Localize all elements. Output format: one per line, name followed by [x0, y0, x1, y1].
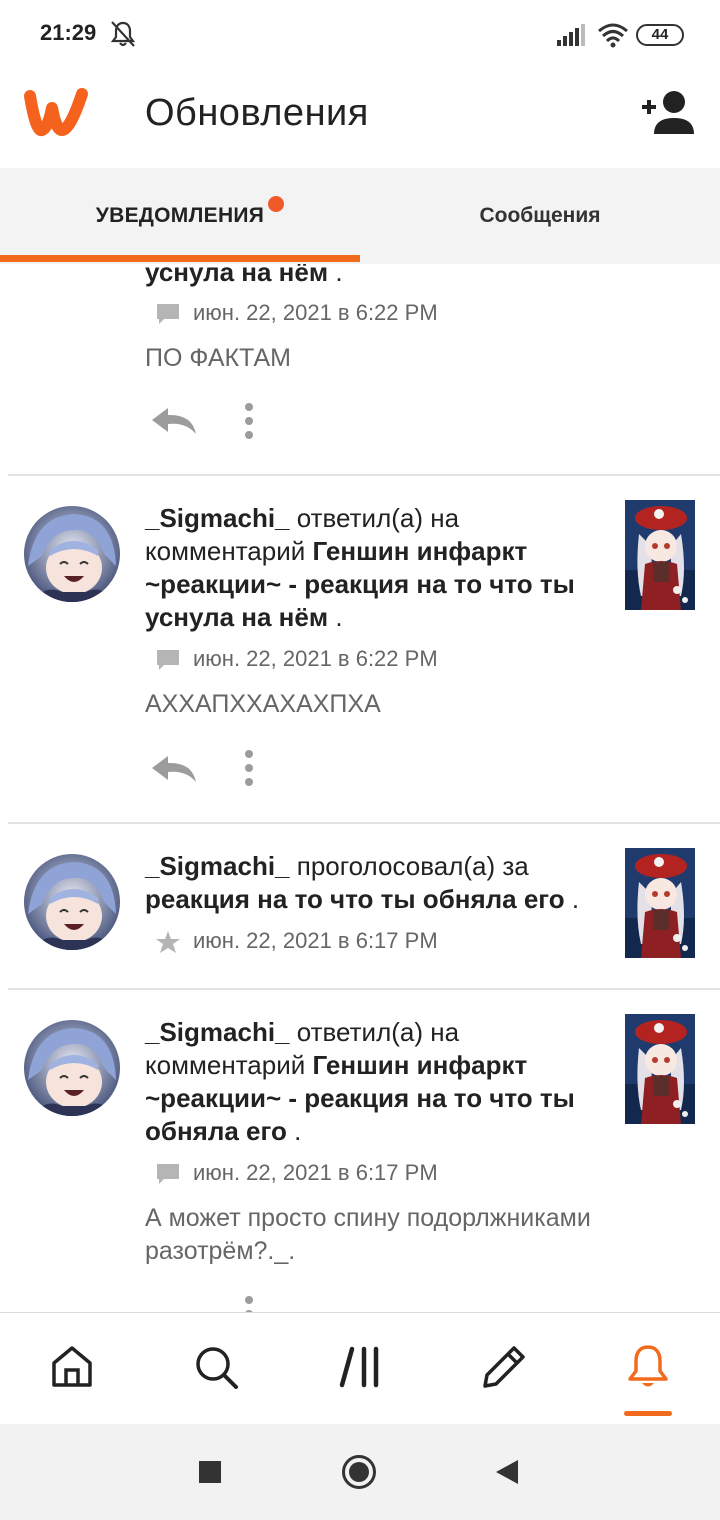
story-cover-thumbnail[interactable]	[625, 500, 695, 610]
notification-item[interactable]: _Sigmachi_ ответил(а) на комментарий Ген…	[0, 476, 720, 822]
app-header: Обновления	[0, 70, 720, 168]
tab-bar: УВЕДОМЛЕНИЯ Сообщения	[0, 168, 720, 264]
story-cover-thumbnail[interactable]	[625, 848, 695, 958]
story-cover-thumbnail[interactable]	[625, 1014, 695, 1124]
username-link[interactable]: _Sigmachi_	[145, 1017, 290, 1047]
user-avatar[interactable]	[24, 506, 120, 602]
comment-text: А может просто спину подорлжниками разот…	[145, 1204, 591, 1265]
notification-item[interactable]: _Sigmachi_ проголосовал(а) за реакция на…	[0, 824, 720, 988]
back-icon[interactable]	[490, 1454, 526, 1490]
notification-text: _Sigmachi_ проголосовал(а) за реакция на…	[145, 851, 580, 914]
story-link[interactable]: реакция на то что ты обняла его	[145, 884, 565, 914]
wattpad-logo-icon[interactable]	[22, 86, 90, 138]
comment-icon	[155, 1162, 181, 1186]
more-options-icon[interactable]	[242, 750, 256, 786]
bottom-navigation	[0, 1312, 720, 1424]
status-bar: 21:29 44	[0, 0, 720, 70]
notification-text: уснула на нём .	[145, 264, 615, 289]
comment-text: АХХАПХХАХАХПХА	[145, 690, 381, 718]
notifications-feed: уснула на нём . июн. 22, 2021 в 6:22 PM …	[0, 264, 720, 1312]
notification-item[interactable]: уснула на нём . июн. 22, 2021 в 6:22 PM …	[0, 264, 720, 474]
page-title: Обновления	[145, 92, 369, 134]
notification-badge	[268, 196, 284, 212]
write-icon[interactable]	[480, 1343, 528, 1391]
user-avatar[interactable]	[24, 1020, 120, 1116]
search-icon[interactable]	[192, 1343, 240, 1391]
comment-icon	[155, 648, 181, 672]
more-options-icon[interactable]	[242, 403, 256, 439]
reply-icon[interactable]	[150, 754, 198, 784]
notification-item[interactable]: _Sigmachi_ ответил(а) на комментарий Ген…	[0, 990, 720, 1312]
timestamp: июн. 22, 2021 в 6:17 PM	[193, 1160, 438, 1185]
tab-notifications[interactable]: УВЕДОМЛЕНИЯ	[0, 168, 360, 260]
recent-apps-icon[interactable]	[192, 1454, 228, 1490]
home-circle-icon[interactable]	[341, 1454, 377, 1490]
username-link[interactable]: _Sigmachi_	[145, 851, 290, 881]
reply-icon[interactable]	[150, 406, 198, 436]
home-icon[interactable]	[48, 1343, 96, 1391]
timestamp: июн. 22, 2021 в 6:22 PM	[193, 300, 438, 325]
username-link[interactable]: _Sigmachi_	[145, 503, 290, 533]
battery-indicator: 44	[636, 24, 684, 46]
notification-text: _Sigmachi_ ответил(а) на комментарий Ген…	[145, 1017, 575, 1146]
star-icon	[155, 930, 181, 954]
story-link[interactable]: уснула на нём	[145, 264, 328, 287]
more-options-icon[interactable]	[242, 1296, 256, 1312]
timestamp: июн. 22, 2021 в 6:22 PM	[193, 646, 438, 671]
active-nav-indicator	[624, 1411, 672, 1416]
active-tab-indicator	[0, 255, 360, 262]
user-avatar[interactable]	[24, 854, 120, 950]
wifi-icon	[598, 23, 628, 48]
tab-messages[interactable]: Сообщения	[360, 168, 720, 260]
comment-text: ПО ФАКТАМ	[145, 344, 291, 372]
status-time: 21:29	[40, 20, 97, 45]
notification-text: _Sigmachi_ ответил(а) на комментарий Ген…	[145, 503, 575, 632]
system-navigation-bar	[0, 1424, 720, 1520]
bell-off-icon	[110, 21, 136, 47]
library-icon[interactable]	[336, 1343, 384, 1391]
add-friend-icon[interactable]	[638, 88, 698, 136]
comment-icon	[155, 302, 181, 326]
notifications-bell-icon[interactable]	[624, 1343, 672, 1391]
timestamp: июн. 22, 2021 в 6:17 PM	[193, 928, 438, 953]
signal-icon	[557, 24, 585, 46]
